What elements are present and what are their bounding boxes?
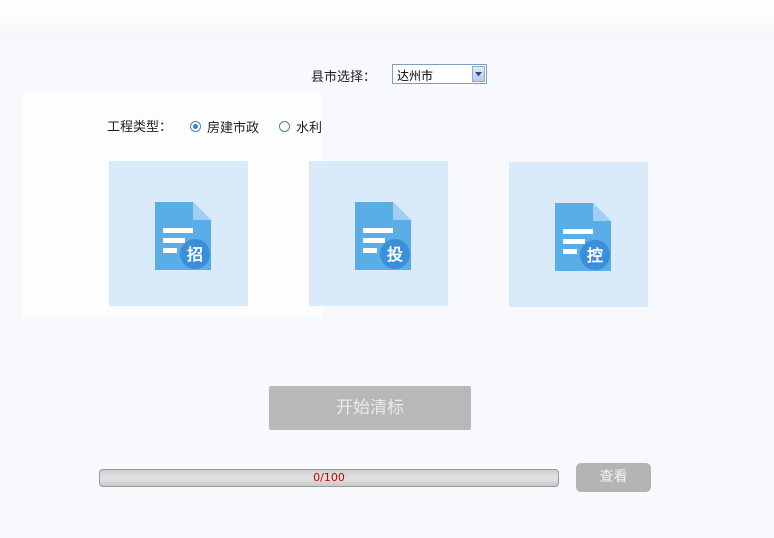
radio-water-conservancy[interactable]: 水利 — [279, 117, 323, 136]
card-glyph-label: 投 — [387, 245, 403, 264]
city-select[interactable]: 达州市 — [392, 64, 487, 84]
radio-building-municipal[interactable]: 房建市政 — [190, 117, 260, 136]
progress-bar: 0/100 — [99, 469, 559, 487]
bid-submission-card[interactable]: 投 — [309, 161, 448, 306]
bid-invitation-document-icon: 招 — [155, 202, 211, 270]
radio-water-conservancy-label: 水利 — [296, 120, 323, 136]
price-control-card[interactable]: 控 — [509, 162, 648, 307]
radio-checked-icon[interactable] — [190, 120, 201, 132]
city-select-value: 达州市 — [397, 69, 434, 83]
bid-submission-document-icon: 投 — [355, 202, 411, 270]
start-clear-bid-button[interactable]: 开始清标 — [269, 386, 471, 430]
price-control-document-icon: 控 — [555, 203, 611, 271]
view-button[interactable]: 查看 — [576, 463, 651, 492]
app-window: 县市选择： 达州市 工程类型： 房建市政 水利 招 投 控 开始清标 0/100… — [0, 0, 774, 538]
card-glyph-label: 控 — [587, 246, 603, 265]
city-select-label: 县市选择： — [311, 70, 377, 85]
background-top-strip — [0, 0, 774, 40]
card-glyph-label: 招 — [187, 245, 203, 264]
radio-unchecked-icon[interactable] — [279, 120, 290, 132]
project-type-label: 工程类型： — [107, 120, 173, 135]
radio-building-municipal-label: 房建市政 — [207, 120, 260, 136]
progress-text: 0/100 — [313, 471, 345, 484]
dropdown-arrow-icon[interactable] — [472, 66, 485, 82]
bid-invitation-card[interactable]: 招 — [109, 161, 248, 306]
